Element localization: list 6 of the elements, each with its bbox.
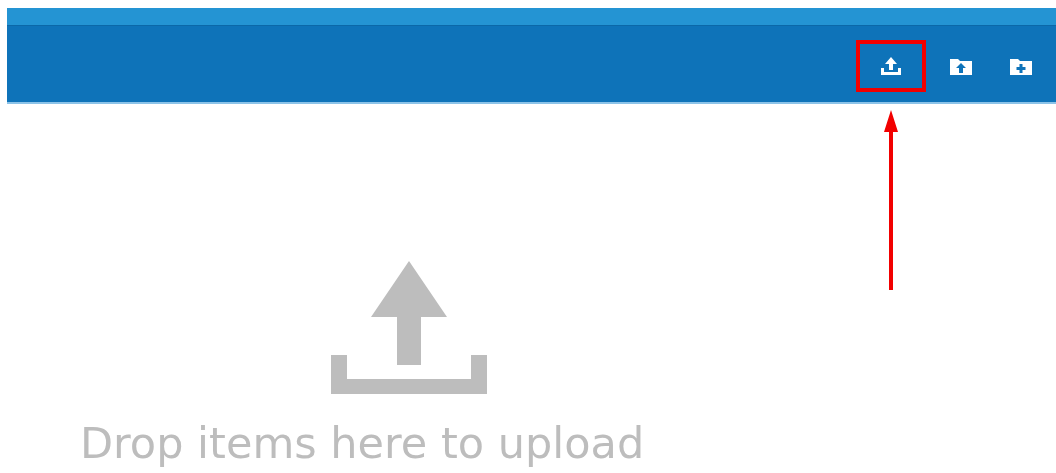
drop-message: Drop items here to upload	[80, 418, 645, 468]
folder-upload-icon	[949, 56, 973, 76]
folder-add-icon	[1009, 56, 1033, 76]
upload-button[interactable]	[856, 40, 926, 92]
upload-icon	[331, 261, 487, 394]
upload-icon	[880, 56, 902, 76]
